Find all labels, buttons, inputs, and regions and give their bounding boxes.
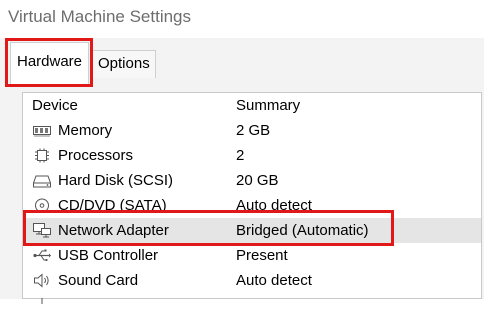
display-icon (33, 298, 51, 313)
network-adapter-highlight (23, 210, 394, 246)
tab-options[interactable]: Options (92, 50, 156, 78)
device-list-header: Device Summary (23, 93, 481, 118)
device-summary: 2 GB (236, 122, 271, 139)
device-name: Processors (58, 147, 134, 164)
column-header-device[interactable]: Device (32, 97, 78, 114)
device-row-sound-card[interactable]: Sound Card Auto detect (23, 268, 481, 293)
device-row-hard-disk[interactable]: Hard Disk (SCSI) 20 GB (23, 168, 481, 193)
device-row-partial (23, 293, 481, 304)
hardware-tab-highlight (5, 38, 93, 87)
device-name: Sound Card (58, 272, 139, 289)
processor-icon (33, 148, 51, 163)
column-header-summary[interactable]: Summary (236, 97, 300, 114)
memory-icon (33, 123, 51, 138)
sound-card-icon (33, 273, 51, 288)
device-summary: 2 (236, 147, 245, 164)
device-list: Device Summary Memory 2 GB Processors 2 … (22, 92, 482, 304)
device-row-memory[interactable]: Memory 2 GB (23, 118, 481, 143)
device-name: USB Controller (58, 247, 159, 264)
tab-options-label: Options (98, 55, 150, 72)
device-summary: Present (236, 247, 288, 264)
window-title: Virtual Machine Settings (8, 7, 192, 26)
device-summary: Auto detect (236, 272, 312, 289)
device-row-processors[interactable]: Processors 2 (23, 143, 481, 168)
device-name: Hard Disk (SCSI) (58, 172, 174, 189)
title-bar: Virtual Machine Settings (0, 0, 484, 38)
device-row-usb-controller[interactable]: USB Controller Present (23, 243, 481, 268)
hard-disk-icon (33, 173, 51, 188)
usb-controller-icon (33, 248, 51, 263)
device-name: Memory (58, 122, 113, 139)
device-summary: 20 GB (236, 172, 279, 189)
